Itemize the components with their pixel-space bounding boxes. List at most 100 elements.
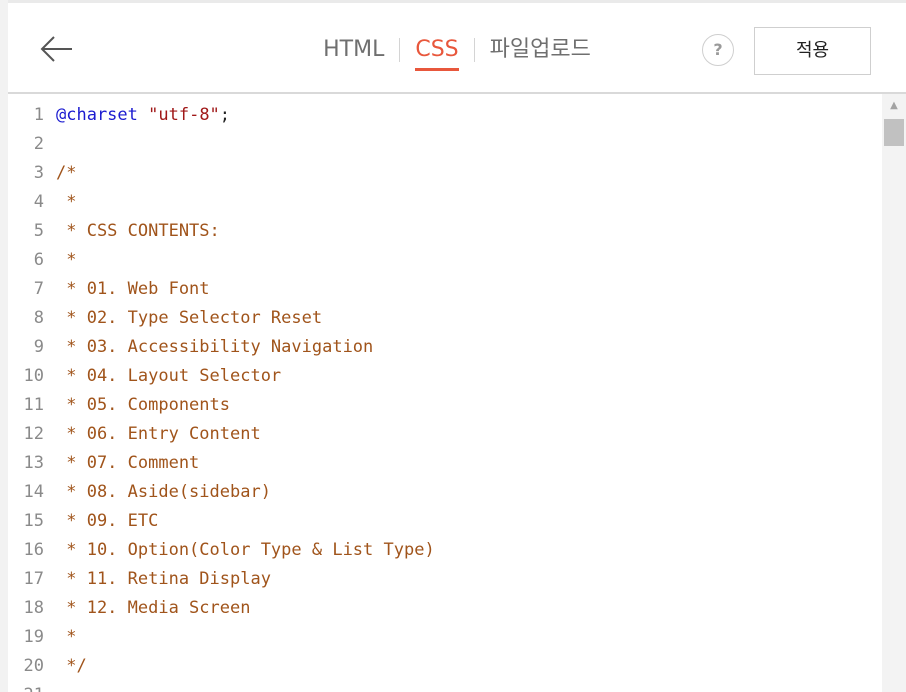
code-line[interactable]: 10 * 04. Layout Selector — [8, 362, 882, 391]
line-number: 16 — [23, 540, 44, 560]
line-number: 12 — [23, 424, 44, 444]
line-number: 10 — [23, 366, 44, 386]
code-token: * 07. Comment — [56, 453, 200, 473]
question-icon: ? — [713, 40, 723, 59]
code-line[interactable]: 2 — [8, 130, 882, 159]
code-line[interactable]: 18 * 12. Media Screen — [8, 594, 882, 623]
code-text: * 07. Comment — [56, 453, 199, 473]
scroll-up-arrow-icon[interactable]: ▲ — [882, 98, 906, 114]
code-line[interactable]: 14 * 08. Aside(sidebar) — [8, 478, 882, 507]
line-number: 3 — [33, 163, 44, 183]
code-token: * 09. ETC — [56, 511, 159, 531]
line-number: 21 — [8, 681, 56, 692]
code-text: * 06. Entry Content — [56, 424, 261, 444]
code-token: @charset — [56, 105, 138, 125]
code-token: "utf-8" — [148, 105, 220, 125]
code-text: * CSS CONTENTS: — [56, 221, 220, 241]
line-number: 6 — [33, 250, 44, 270]
code-text: * 10. Option(Color Type & List Type) — [56, 540, 435, 560]
code-line[interactable]: 6 * — [8, 246, 882, 275]
code-token: * 11. Retina Display — [56, 569, 271, 589]
editor-header: HTML CSS 파일업로드 ? 적용 — [8, 0, 906, 94]
line-number: 5 — [33, 221, 44, 241]
code-text: * 11. Retina Display — [56, 569, 271, 589]
code-text: * — [56, 627, 76, 647]
code-token: * — [56, 250, 77, 270]
code-line[interactable]: 13 * 07. Comment — [8, 449, 882, 478]
back-button[interactable] — [36, 29, 76, 69]
code-line[interactable]: 4 * — [8, 188, 882, 217]
line-number: 11 — [23, 395, 44, 415]
code-line[interactable]: 3 /* — [8, 159, 882, 188]
code-text: * 08. Aside(sidebar) — [56, 482, 271, 502]
line-number: 9 — [33, 337, 44, 357]
vertical-scrollbar[interactable]: ▲ — [882, 94, 906, 692]
css-editor-window: HTML CSS 파일업로드 ? 적용 1 @charset "utf-8"; 2 3… — [0, 0, 906, 692]
code-line[interactable]: 15 * 09. ETC — [8, 507, 882, 536]
line-number: 4 — [33, 192, 44, 212]
line-number: 20 — [23, 656, 44, 676]
line-number: 13 — [23, 453, 44, 473]
code-token: * 02. Type Selector Reset — [56, 308, 323, 328]
code-line[interactable]: 7 * 01. Web Font — [8, 275, 882, 304]
code-token: * — [56, 192, 77, 212]
line-number: 18 — [23, 598, 44, 618]
code-token: /* — [56, 163, 77, 183]
code-token: * CSS CONTENTS: — [56, 221, 220, 241]
code-line[interactable]: 17 * 11. Retina Display — [8, 565, 882, 594]
apply-button[interactable]: 적용 — [754, 27, 871, 75]
line-number: 15 — [23, 511, 44, 531]
code-line[interactable]: 9 * 03. Accessibility Navigation — [8, 333, 882, 362]
code-text: * 03. Accessibility Navigation — [56, 337, 373, 357]
tab-css[interactable]: CSS — [415, 33, 459, 71]
code-token: * 03. Accessibility Navigation — [56, 337, 374, 357]
code-token: * 10. Option(Color Type & List Type) — [56, 540, 435, 560]
code-token: * 05. Components — [56, 395, 230, 415]
scrollbar-thumb[interactable] — [884, 119, 904, 146]
tab-html[interactable]: HTML — [323, 33, 384, 71]
line-number: 2 — [33, 134, 44, 154]
code-line[interactable]: 1 @charset "utf-8"; — [8, 101, 882, 130]
line-number: 14 — [23, 482, 44, 502]
help-button[interactable]: ? — [702, 34, 734, 66]
code-text: * — [56, 250, 76, 270]
code-text: * 09. ETC — [56, 511, 158, 531]
code-token: * 01. Web Font — [56, 279, 210, 299]
tab-file-upload[interactable]: 파일업로드 — [490, 33, 591, 71]
line-number: 8 — [33, 308, 44, 328]
line-number: 17 — [23, 569, 44, 589]
line-number: 1 — [33, 105, 44, 125]
code-text: * 12. Media Screen — [56, 598, 250, 618]
code-editor[interactable]: 1 @charset "utf-8"; 2 3/* 4 * 5 * CSS CONTENT… — [8, 94, 906, 692]
code-line[interactable]: 12 * 06. Entry Content — [8, 420, 882, 449]
code-token: * 06. Entry Content — [56, 424, 261, 444]
code-text: /* — [56, 163, 76, 183]
code-line[interactable]: 5 * CSS CONTENTS: — [8, 217, 882, 246]
code-line[interactable]: 19 * — [8, 623, 882, 652]
code-line[interactable]: 11 * 05. Components — [8, 391, 882, 420]
arrow-left-icon — [40, 36, 72, 62]
code-line[interactable]: 8 * 02. Type Selector Reset — [8, 304, 882, 333]
code-token: * 04. Layout Selector — [56, 366, 282, 386]
code-text: @charset "utf-8"; — [56, 105, 230, 125]
code-text: */ — [56, 656, 87, 676]
code-token: */ — [56, 656, 87, 676]
code-token: * 12. Media Screen — [56, 598, 251, 618]
code-text: * 02. Type Selector Reset — [56, 308, 322, 328]
code-text: * 05. Components — [56, 395, 230, 415]
tab-divider — [473, 38, 475, 62]
tab-divider — [399, 38, 401, 62]
code-token: * 08. Aside(sidebar) — [56, 482, 271, 502]
code-line[interactable]: 16 * 10. Option(Color Type & List Type) — [8, 536, 882, 565]
code-lines[interactable]: 1 @charset "utf-8"; 2 3/* 4 * 5 * CSS CONTENT… — [8, 101, 882, 692]
code-token: ; — [219, 105, 231, 125]
line-number: 7 — [33, 279, 44, 299]
code-token: * — [56, 627, 77, 647]
code-text: * 01. Web Font — [56, 279, 210, 299]
code-line[interactable]: 20 */ — [8, 652, 882, 681]
code-text: * 04. Layout Selector — [56, 366, 281, 386]
code-text: * — [56, 192, 76, 212]
line-number: 19 — [23, 627, 44, 647]
code-line[interactable]: 21 — [8, 681, 882, 692]
